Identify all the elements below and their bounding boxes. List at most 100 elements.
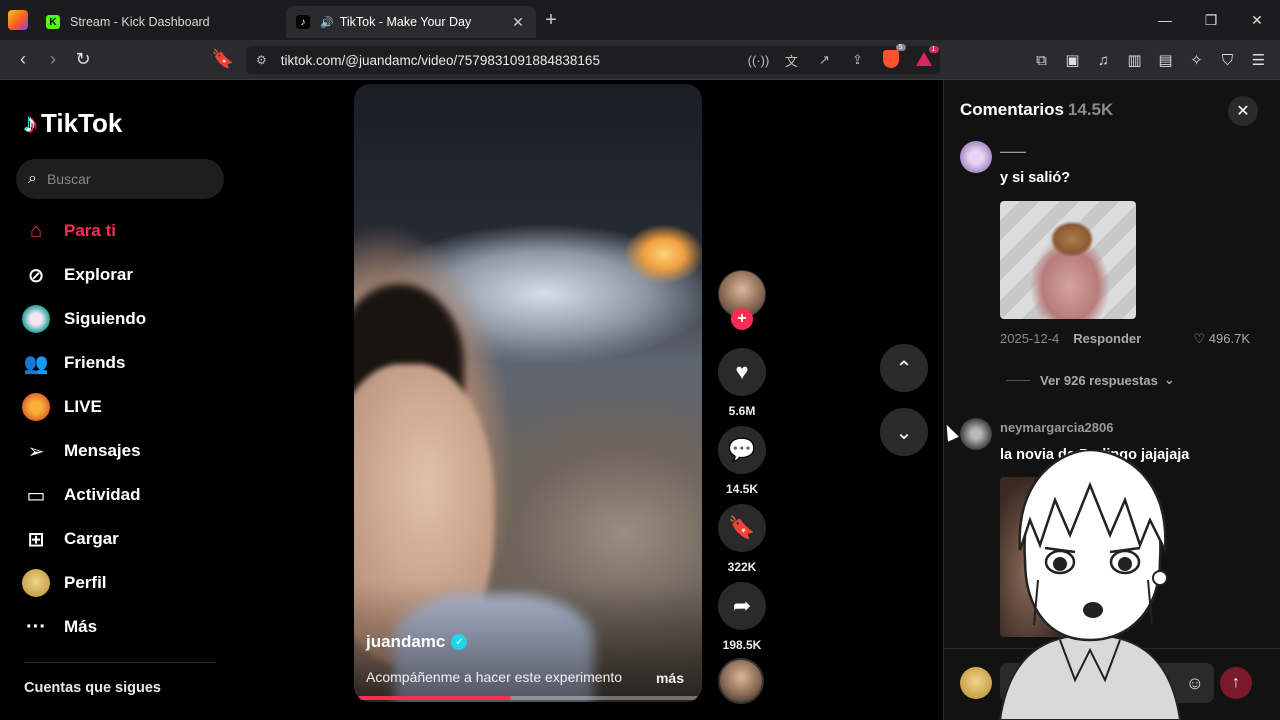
vpn-icon[interactable]: ⛉ bbox=[1212, 45, 1243, 75]
nav-label: Perfil bbox=[64, 573, 107, 592]
close-window-button[interactable]: ✕ bbox=[1234, 0, 1280, 40]
comment-count: 14.5K bbox=[725, 482, 759, 496]
video-progress-bar[interactable] bbox=[358, 696, 698, 700]
comment-icon[interactable]: 💬 bbox=[718, 426, 766, 474]
nav-label: Mensajes bbox=[64, 441, 141, 460]
reply-button[interactable]: Responder bbox=[1073, 331, 1141, 347]
comment-image-dog[interactable] bbox=[1000, 201, 1136, 319]
nav-friends[interactable]: 👥 Friends bbox=[23, 345, 126, 381]
friends-icon: 👥 bbox=[23, 352, 49, 375]
next-video-button[interactable]: ⌄ bbox=[880, 408, 928, 456]
author-name[interactable]: juandamc bbox=[366, 632, 445, 652]
cast-icon[interactable]: ((·)) bbox=[742, 53, 775, 68]
tab-tiktok[interactable]: ♪ 🔊 TikTok - Make Your Day ✕ bbox=[286, 6, 536, 38]
progress-fill bbox=[358, 696, 511, 700]
post-comment-button[interactable]: ↑ bbox=[1220, 667, 1252, 699]
heart-icon[interactable]: ♥ bbox=[718, 348, 766, 396]
brave-rewards-button[interactable]: 1 bbox=[907, 45, 940, 69]
reload-button[interactable]: ↻ bbox=[68, 45, 98, 75]
save-action[interactable]: 🔖 322K bbox=[718, 504, 766, 574]
bookmark-icon[interactable]: 🔖 bbox=[718, 504, 766, 552]
search-input[interactable] bbox=[46, 171, 197, 187]
comment-username[interactable]: neymargarcia2806 bbox=[1000, 420, 1113, 435]
url-text[interactable]: tiktok.com/@juandamc/video/7579831091884… bbox=[281, 53, 742, 68]
share-action[interactable]: ➦ 198.5K bbox=[718, 582, 766, 652]
tab-title: Stream - Kick Dashboard bbox=[70, 15, 210, 29]
close-tab-icon[interactable]: ✕ bbox=[510, 14, 526, 31]
more-icon: ··· bbox=[26, 615, 46, 638]
site-info-icon[interactable]: ⚙ bbox=[256, 53, 267, 67]
send-icon: ➢ bbox=[27, 440, 45, 463]
nav-live[interactable]: LIVE bbox=[22, 389, 102, 425]
open-external-icon[interactable]: ↗ bbox=[808, 52, 841, 68]
comment-avatar[interactable] bbox=[960, 418, 992, 450]
bookmark-icon[interactable]: 🔖 bbox=[208, 45, 238, 75]
nav-mensajes[interactable]: ➢ Mensajes bbox=[24, 433, 141, 469]
extensions-icon[interactable]: ⧉ bbox=[1026, 45, 1057, 75]
tiktok-logo[interactable]: ♪ TikTok bbox=[24, 108, 122, 139]
logo-text: TikTok bbox=[41, 108, 123, 138]
address-bar[interactable]: ⚙ tiktok.com/@juandamc/video/75798310918… bbox=[246, 43, 940, 74]
nav-actividad[interactable]: ▭ Actividad bbox=[24, 477, 141, 513]
nav-mas[interactable]: ··· Más bbox=[24, 609, 97, 645]
back-button[interactable]: ‹ bbox=[8, 45, 38, 75]
video-author[interactable]: juandamc ✓ bbox=[366, 632, 468, 652]
music-disc-avatar[interactable] bbox=[718, 658, 764, 704]
chevron-down-icon: ⌄ bbox=[1163, 372, 1175, 387]
minimize-button[interactable]: — bbox=[1142, 0, 1188, 40]
restore-button[interactable]: ❐ bbox=[1188, 0, 1234, 40]
rewards-count-badge: 1 bbox=[928, 45, 939, 53]
nav-perfil[interactable]: Perfil bbox=[22, 565, 107, 601]
shield-count-badge: 5 bbox=[895, 43, 906, 51]
nav-siguiendo[interactable]: Siguiendo bbox=[22, 301, 146, 337]
share-arrow-icon[interactable]: ➦ bbox=[718, 582, 766, 630]
nav-cargar[interactable]: ⊞ Cargar bbox=[24, 521, 119, 557]
kick-icon: K bbox=[46, 15, 60, 29]
brave-menu-button[interactable] bbox=[0, 0, 36, 40]
nav-label: LIVE bbox=[64, 397, 102, 416]
window-controls: — ❐ ✕ bbox=[1142, 0, 1280, 40]
translate-icon[interactable]: 文 bbox=[775, 51, 808, 70]
brave-logo-icon bbox=[8, 10, 28, 30]
speaker-icon[interactable]: 🔊 bbox=[320, 16, 334, 29]
following-heading: Cuentas que sigues bbox=[24, 680, 161, 696]
vtuber-avatar-overlay bbox=[998, 450, 1182, 720]
following-avatar-icon bbox=[22, 305, 50, 333]
like-count: 5.6M bbox=[728, 404, 756, 418]
previous-video-button[interactable]: ⌃ bbox=[880, 344, 928, 392]
video-player[interactable]: juandamc ✓ Acompáñenme a hacer este expe… bbox=[354, 84, 702, 702]
new-tab-button[interactable]: + bbox=[536, 5, 566, 35]
leo-ai-icon[interactable]: ✧ bbox=[1181, 45, 1212, 75]
tab-search-icon[interactable]: ▣ bbox=[1057, 45, 1088, 75]
comments-title: Comentarios bbox=[960, 100, 1064, 119]
activity-icon: ▭ bbox=[26, 484, 46, 507]
tiktok-icon: ♪ bbox=[296, 15, 310, 29]
media-icon[interactable]: ♫ bbox=[1088, 45, 1119, 75]
rewards-triangle-icon bbox=[915, 51, 932, 66]
nav-label: Cargar bbox=[64, 529, 119, 548]
comment-username[interactable]: —— bbox=[1000, 144, 1026, 159]
comment-date: 2025-12-4 bbox=[1000, 331, 1060, 346]
tiktok-sidebar: ♪ TikTok ⌕ ⌂ Para ti ⊘ Explorar Siguiend… bbox=[0, 80, 240, 720]
nav-para-ti[interactable]: ⌂ Para ti bbox=[24, 213, 116, 249]
forward-button[interactable]: › bbox=[38, 45, 68, 75]
profile-avatar-icon bbox=[22, 569, 50, 597]
comment-avatar[interactable] bbox=[960, 141, 992, 173]
like-action[interactable]: ♥ 5.6M bbox=[718, 348, 766, 418]
search-box[interactable]: ⌕ bbox=[16, 159, 224, 199]
tab-kick-dashboard[interactable]: K Stream - Kick Dashboard bbox=[36, 6, 286, 38]
close-comments-button[interactable]: ✕ bbox=[1228, 96, 1258, 126]
wallet-icon[interactable]: ▤ bbox=[1150, 45, 1181, 75]
nav-explorar[interactable]: ⊘ Explorar bbox=[24, 257, 133, 293]
comments-count: 14.5K bbox=[1067, 100, 1114, 119]
comment-like-button[interactable]: ♡ 496.7K bbox=[1194, 331, 1250, 347]
comment-action[interactable]: 💬 14.5K bbox=[718, 426, 766, 496]
menu-icon[interactable]: ☰ bbox=[1243, 45, 1274, 75]
share-icon[interactable]: ⇪ bbox=[841, 52, 874, 68]
brave-shields-button[interactable]: 5 bbox=[874, 43, 907, 71]
follow-plus-icon[interactable]: + bbox=[731, 308, 753, 330]
arrow-up-icon: ↑ bbox=[1232, 674, 1240, 691]
view-replies-button[interactable]: Ver 926 respuestas ⌄ bbox=[1006, 372, 1175, 388]
more-button[interactable]: más bbox=[656, 670, 684, 686]
sidebar-toggle-icon[interactable]: ▥ bbox=[1119, 45, 1150, 75]
